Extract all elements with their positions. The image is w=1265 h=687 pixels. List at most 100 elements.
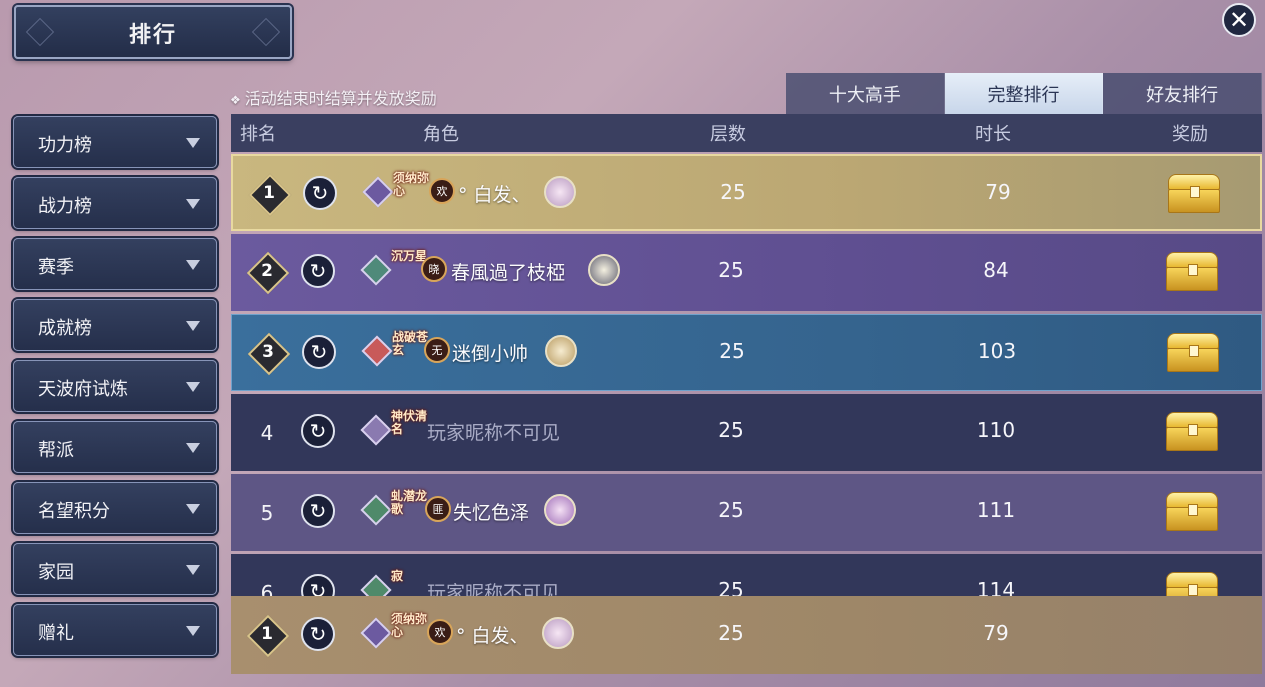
treasure-chest-icon[interactable] bbox=[1166, 252, 1218, 292]
player-name: 迷倒小帅 bbox=[452, 343, 529, 365]
time-value: 79 bbox=[985, 180, 1011, 204]
diamond-icon: ❖ bbox=[230, 93, 241, 107]
time-value: 79 bbox=[983, 621, 1009, 645]
floors-value: 25 bbox=[719, 339, 745, 363]
rank-number: 1 bbox=[261, 624, 273, 644]
floors-value: 25 bbox=[718, 498, 744, 522]
emblem-icon: 欢 bbox=[427, 619, 453, 645]
pet-avatar bbox=[588, 254, 620, 286]
emblem-icon: 匪 bbox=[425, 496, 451, 522]
rank-badge: 4 bbox=[249, 414, 285, 450]
tab-friend-ranking[interactable]: 好友排行 bbox=[1103, 73, 1263, 114]
sidebar-item-label: 天波府试炼 bbox=[38, 379, 128, 400]
emblem-icon: 晓 bbox=[421, 256, 447, 282]
refresh-icon: ↻ bbox=[309, 499, 327, 523]
chevron-down-icon bbox=[186, 626, 200, 636]
rank-number: 3 bbox=[262, 342, 274, 362]
sidebar-item-home[interactable]: 家园 bbox=[13, 543, 217, 595]
pet-avatar bbox=[544, 494, 576, 526]
sidebar-item-label: 战力榜 bbox=[38, 196, 92, 217]
sidebar-item-power[interactable]: 功力榜 bbox=[13, 116, 217, 168]
chevron-down-icon bbox=[186, 382, 200, 392]
rank-number: 5 bbox=[260, 501, 274, 525]
rank-number: 1 bbox=[263, 183, 275, 203]
sidebar-item-reputation[interactable]: 名望积分 bbox=[13, 482, 217, 534]
sidebar-item-trial[interactable]: 天波府试炼 bbox=[13, 360, 217, 412]
title-badge: 战破苍玄 bbox=[392, 330, 429, 357]
tab-top-ten[interactable]: 十大高手 bbox=[786, 73, 945, 114]
sidebar-item-label: 帮派 bbox=[38, 440, 74, 461]
player-name: 春風過了枝椏 bbox=[451, 262, 566, 284]
rank-number: 2 bbox=[261, 261, 273, 281]
pet-avatar bbox=[544, 176, 576, 208]
rank-badge: 5 bbox=[249, 494, 285, 530]
time-value: 111 bbox=[976, 498, 1016, 522]
emblem-icon: 无 bbox=[424, 337, 450, 363]
floors-value: 25 bbox=[718, 258, 744, 282]
chevron-down-icon bbox=[186, 138, 200, 148]
floors-value: 25 bbox=[718, 621, 744, 645]
chevron-down-icon bbox=[186, 443, 200, 453]
close-icon: ✕ bbox=[1228, 6, 1250, 34]
refresh-button[interactable]: ↻ bbox=[301, 254, 335, 288]
sidebar-item-label: 名望积分 bbox=[38, 501, 110, 522]
table-row[interactable]: 3 ↻ 战破苍玄 无 迷倒小帅 25 103 bbox=[231, 314, 1262, 391]
page-title: 排行 bbox=[128, 22, 177, 48]
refresh-icon: ↻ bbox=[309, 622, 327, 646]
player-name: 玩家昵称不可见 bbox=[427, 422, 561, 444]
title-badge: 虬潜龙歌 bbox=[391, 489, 428, 516]
sect-icon bbox=[360, 494, 392, 526]
table-row[interactable]: 4 ↻ 神伏清名 玩家昵称不可见 25 110 bbox=[231, 394, 1262, 471]
refresh-button[interactable]: ↻ bbox=[302, 335, 336, 369]
chevron-down-icon bbox=[186, 321, 200, 331]
header-floors: 层数 bbox=[710, 124, 746, 145]
refresh-icon: ↻ bbox=[311, 181, 329, 205]
sidebar-item-label: 功力榜 bbox=[38, 135, 92, 156]
player-name: 失忆色泽 bbox=[453, 502, 530, 524]
sect-icon bbox=[362, 176, 394, 208]
close-button[interactable]: ✕ bbox=[1222, 3, 1256, 37]
rank-badge: 1 bbox=[246, 614, 290, 658]
notice-text: 活动结束时结算并发放奖励 bbox=[244, 89, 437, 108]
sidebar-item-achievement[interactable]: 成就榜 bbox=[13, 299, 217, 351]
rank-badge: 3 bbox=[247, 332, 291, 376]
player-name: ° 白发、 bbox=[458, 184, 531, 206]
tab-bar: 十大高手 完整排行 好友排行 bbox=[786, 73, 1263, 114]
refresh-button[interactable]: ↻ bbox=[301, 414, 335, 448]
refresh-button[interactable]: ↻ bbox=[301, 617, 335, 651]
title-badge: 须纳弥心 bbox=[391, 612, 428, 639]
title-badge: 须纳弥心 bbox=[393, 171, 430, 198]
time-value: 103 bbox=[977, 339, 1017, 363]
header-time: 时长 bbox=[975, 124, 1011, 145]
sidebar-item-label: 赛季 bbox=[38, 257, 74, 278]
emblem-icon: 欢 bbox=[429, 178, 455, 204]
refresh-button[interactable]: ↻ bbox=[301, 494, 335, 528]
chevron-down-icon bbox=[186, 199, 200, 209]
table-row[interactable]: 1 ↻ 须纳弥心 欢 ° 白发、 25 79 bbox=[231, 154, 1262, 231]
chevron-down-icon bbox=[186, 565, 200, 575]
sidebar-item-guild[interactable]: 帮派 bbox=[13, 421, 217, 473]
time-value: 110 bbox=[976, 418, 1016, 442]
sidebar-item-gift[interactable]: 赠礼 bbox=[13, 604, 217, 656]
sidebar-item-season[interactable]: 赛季 bbox=[13, 238, 217, 290]
my-rank-row[interactable]: 1 ↻ 须纳弥心 欢 ° 白发、 25 79 bbox=[231, 596, 1262, 674]
sect-icon bbox=[361, 335, 393, 367]
treasure-chest-icon[interactable] bbox=[1167, 333, 1219, 373]
sect-icon bbox=[360, 254, 392, 286]
table-row[interactable]: 5 ↻ 虬潜龙歌 匪 失忆色泽 25 111 bbox=[231, 474, 1262, 551]
header-role: 角色 bbox=[423, 124, 459, 145]
chevron-down-icon bbox=[186, 260, 200, 270]
header-reward: 奖励 bbox=[1172, 124, 1208, 145]
treasure-chest-icon[interactable] bbox=[1166, 492, 1218, 532]
header-rank: 排名 bbox=[240, 124, 276, 145]
treasure-chest-icon[interactable] bbox=[1168, 174, 1220, 214]
refresh-button[interactable]: ↻ bbox=[303, 176, 337, 210]
treasure-chest-icon[interactable] bbox=[1166, 412, 1218, 452]
sidebar-item-combat[interactable]: 战力榜 bbox=[13, 177, 217, 229]
notice: ❖ 活动结束时结算并发放奖励 bbox=[230, 85, 437, 109]
floors-value: 25 bbox=[718, 418, 744, 442]
tab-full-ranking[interactable]: 完整排行 bbox=[944, 73, 1104, 114]
pet-avatar bbox=[545, 335, 577, 367]
table-row[interactable]: 2 ↻ 沉万星 晓 春風過了枝椏 25 84 bbox=[231, 234, 1262, 311]
pet-avatar bbox=[542, 617, 574, 649]
